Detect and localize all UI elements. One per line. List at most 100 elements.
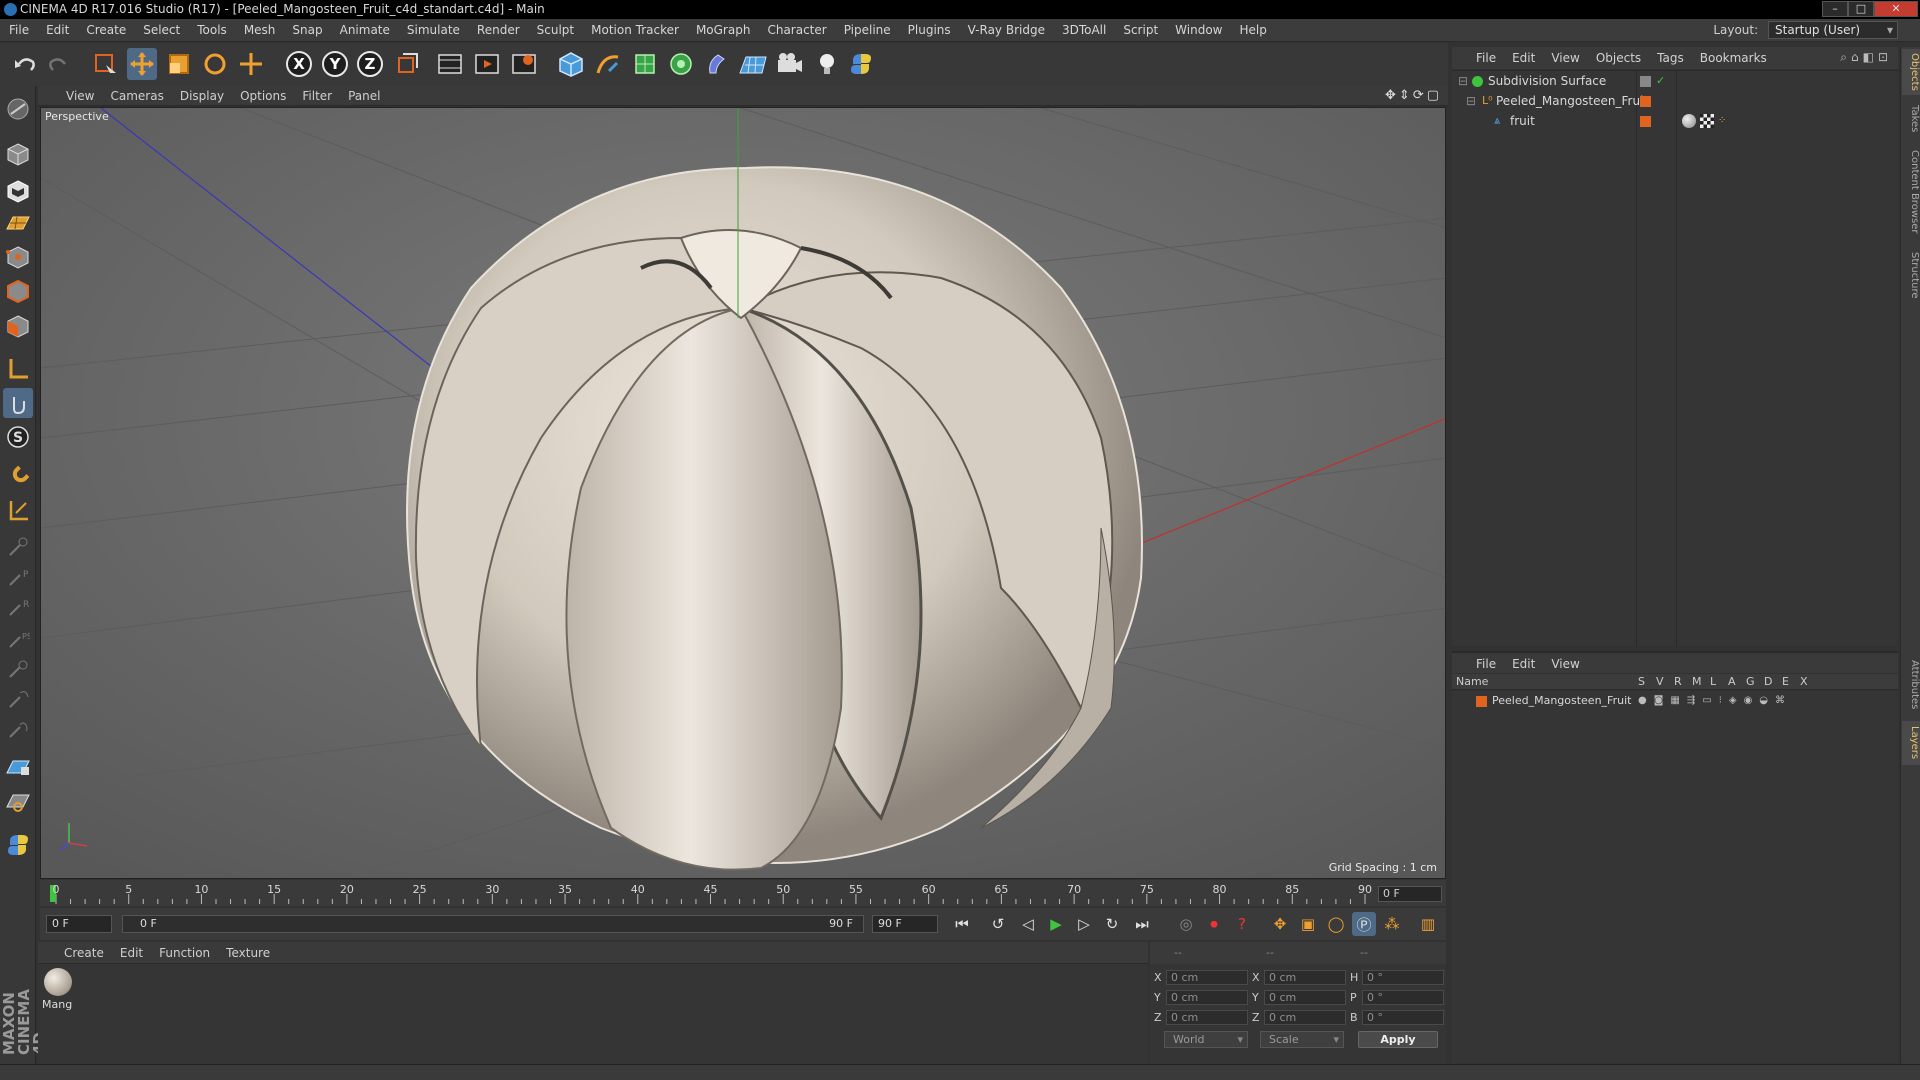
tab-attributes[interactable]: Attributes [1902, 652, 1920, 718]
viewport-menu-filter[interactable]: Filter [294, 86, 340, 106]
menu-3dtoall[interactable]: 3DToAll [1053, 19, 1114, 42]
layer-row[interactable]: Peeled_Mangosteen_Fruit ●◙▦⇶▭⁝◈◉◒⌘ [1452, 691, 1898, 711]
layer-col-name[interactable]: Name [1456, 675, 1488, 688]
make-editable-icon[interactable] [3, 94, 33, 124]
object-menu-edit[interactable]: Edit [1504, 47, 1543, 69]
keyframe-selection-icon[interactable]: ? [1230, 912, 1254, 936]
viewport-menu-view[interactable]: View [38, 86, 102, 106]
size-x-field[interactable]: 0 cm [1264, 970, 1346, 985]
render-settings-icon[interactable] [509, 48, 539, 80]
layer-col-animation[interactable]: A [1728, 675, 1736, 688]
snapping-icon[interactable]: S [3, 422, 33, 452]
material-name[interactable]: Mang [42, 998, 72, 1011]
deformer-bend-icon[interactable] [702, 48, 732, 80]
timeline-ruler[interactable]: 0 5 10 15 20 25 30 35 40 45 50 55 60 65 … [40, 880, 1446, 906]
menu-character[interactable]: Character [758, 19, 834, 42]
position-x-field[interactable]: 0 cm [1166, 970, 1248, 985]
object-manager-search-icons[interactable]: ⌕⌂◧⊡ [1840, 50, 1892, 65]
layer-col-locked[interactable]: L [1710, 675, 1716, 688]
menu-simulate[interactable]: Simulate [398, 19, 468, 42]
current-frame-display[interactable]: 0 F [1378, 886, 1442, 902]
layer-menu-view[interactable]: View [1543, 653, 1587, 675]
material-menu-create[interactable]: Create [38, 942, 112, 964]
coordinate-mode-dropdown[interactable]: Scale [1260, 1031, 1344, 1048]
size-z-field[interactable]: 0 cm [1264, 1010, 1346, 1025]
coordinate-system-icon[interactable] [392, 48, 422, 80]
close-button[interactable]: ✕ [1874, 1, 1918, 17]
menu-render[interactable]: Render [468, 19, 528, 42]
cube-primitive-icon[interactable] [556, 48, 586, 80]
menu-script[interactable]: Script [1114, 19, 1166, 42]
next-frame-icon[interactable]: ▷ [1072, 912, 1096, 936]
previous-frame-icon[interactable]: ◁ [1016, 912, 1040, 936]
maximize-button[interactable]: □ [1848, 1, 1874, 17]
object-row-subdivision-surface[interactable]: ⊟ Subdivision Surface ✓ [1452, 71, 1898, 91]
render-view-icon[interactable] [435, 48, 465, 80]
key-rotation-icon[interactable]: ◯ [1324, 912, 1348, 936]
viewport-nav-icons[interactable]: ✥⇕⟳▢ [1385, 88, 1442, 103]
record-active-icon[interactable]: ◎ [1174, 912, 1198, 936]
key-pla-icon[interactable]: ⁂ [1380, 912, 1404, 936]
rotation-h-field[interactable]: 0 ° [1362, 970, 1444, 985]
layer-col-generators[interactable]: G [1746, 675, 1755, 688]
layer-col-xref[interactable]: X [1800, 675, 1808, 688]
viewport-menu-panel[interactable]: Panel [340, 86, 388, 106]
brush-smooth-icon[interactable] [3, 684, 33, 714]
brush-r-icon[interactable]: R [3, 592, 33, 622]
layer-col-manager[interactable]: M [1692, 675, 1702, 688]
x-axis-lock-button[interactable]: X [284, 48, 314, 80]
tab-layers[interactable]: Layers [1902, 721, 1920, 765]
menu-motion-tracker[interactable]: Motion Tracker [582, 19, 687, 42]
lock-workplane-icon[interactable] [3, 752, 33, 782]
autokey-icon[interactable]: ⏺ [1202, 912, 1226, 936]
edges-mode-icon[interactable] [3, 276, 33, 306]
material-menu-edit[interactable]: Edit [112, 942, 151, 964]
layer-chip[interactable] [1640, 76, 1651, 87]
tab-content-browser[interactable]: Content Browser [1902, 143, 1920, 241]
menu-plugins[interactable]: Plugins [899, 19, 959, 42]
menu-edit[interactable]: Edit [37, 19, 77, 42]
viewport-camera-label[interactable]: Perspective [45, 110, 109, 123]
object-row-peeled-mangosteen-fruit[interactable]: ⊟ L⁰ Peeled_Mangosteen_Fruit [1452, 91, 1898, 111]
viewport-menu-cameras[interactable]: Cameras [102, 86, 171, 106]
frame-range-slider[interactable]: 0 F 90 F [122, 915, 864, 933]
python-icon[interactable] [3, 830, 33, 860]
menu-window[interactable]: Window [1166, 19, 1230, 42]
go-to-end-icon[interactable]: ⏭ [1130, 912, 1154, 936]
undo-icon[interactable] [10, 48, 40, 80]
layer-color-chip[interactable] [1640, 96, 1651, 107]
layer-color-chip[interactable] [1640, 116, 1651, 127]
layer-col-solo[interactable]: S [1638, 675, 1645, 688]
layer-col-render[interactable]: R [1674, 675, 1682, 688]
layout-dropdown[interactable]: Startup (User) [1768, 21, 1898, 39]
brush-wave-icon[interactable] [3, 714, 33, 744]
texture-mode-icon[interactable] [3, 176, 33, 206]
transform-tool-icon[interactable] [236, 48, 266, 80]
layer-menu-file[interactable]: File [1452, 653, 1504, 675]
viewport-menu-display[interactable]: Display [172, 86, 232, 106]
current-frame-field[interactable]: 0 F [46, 915, 112, 933]
size-y-field[interactable]: 0 cm [1264, 990, 1346, 1005]
subdivision-surface-icon[interactable] [630, 48, 660, 80]
menu-snap[interactable]: Snap [283, 19, 330, 42]
menu-select[interactable]: Select [134, 19, 188, 42]
menu-create[interactable]: Create [77, 19, 134, 42]
timeline-window-icon[interactable]: ▥ [1416, 912, 1440, 936]
light-icon[interactable] [812, 48, 842, 80]
object-menu-view[interactable]: View [1543, 47, 1587, 69]
redo-icon[interactable] [44, 48, 74, 80]
position-z-field[interactable]: 0 cm [1166, 1010, 1248, 1025]
max-frame-field[interactable]: 90 F [872, 915, 938, 933]
polygons-mode-icon[interactable] [3, 311, 33, 341]
layer-col-deformers[interactable]: D [1764, 675, 1772, 688]
floor-grid-icon[interactable] [738, 48, 768, 80]
position-y-field[interactable]: 0 cm [1166, 990, 1248, 1005]
camera-icon[interactable] [775, 48, 805, 80]
move-tool-icon[interactable] [127, 48, 157, 80]
layer-col-visible[interactable]: V [1656, 675, 1664, 688]
uvw-tag-icon[interactable] [1700, 114, 1714, 128]
tab-objects[interactable]: Objects [1902, 49, 1920, 95]
apply-button[interactable]: Apply [1358, 1031, 1438, 1048]
brush-p-icon[interactable]: P [3, 562, 33, 592]
coordinate-space-dropdown[interactable]: World [1164, 1031, 1248, 1048]
